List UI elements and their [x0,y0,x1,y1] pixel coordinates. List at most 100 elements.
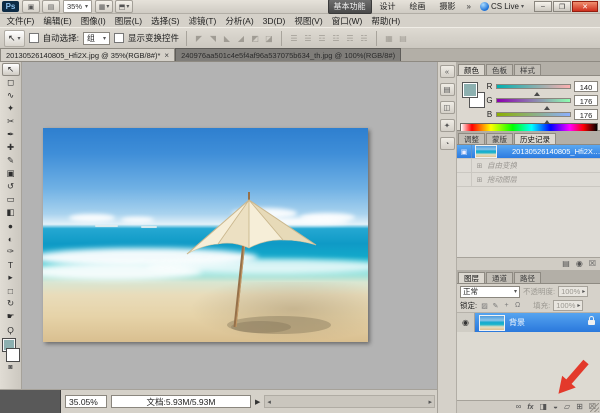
tool-preset-picker[interactable]: ↖ ▾ [4,29,25,47]
align-layers-icon[interactable]: ◩ [250,34,260,43]
appbar-arrange-documents-icon[interactable]: ▦ ▾ [95,0,114,13]
distribute-layers-icon[interactable]: ☱ [303,34,313,43]
history-delete-state-icon[interactable]: ☒ [589,260,596,268]
layers-link-layers-icon[interactable]: ∞ [516,403,522,411]
horizontal-scrollbar[interactable]: ◂ ▸ [264,395,435,408]
document-tab[interactable]: 240976aa501c4e5f4af96a537075b634_th.jpg … [175,48,402,61]
layer-row[interactable]: ◉ 背景 [457,313,600,332]
auto-select-target-dropdown[interactable]: 组 ▾ [82,31,110,45]
close-icon[interactable]: × [164,51,169,60]
tool-move[interactable]: ↖ [1,63,20,76]
workspace-basic[interactable]: 基本功能 [327,0,372,14]
panel-tab[interactable]: 样式 [514,64,541,75]
menu-select[interactable]: 选择(S) [147,15,184,27]
layers-new-adjustment-layer-icon[interactable]: ◒ [553,403,558,411]
tool-hand[interactable]: ☛ [2,310,20,323]
fill-value-field[interactable]: 100% ▸ [553,300,584,311]
align-layers-icon[interactable]: ◤ [194,34,204,43]
appbar-launch-bridge-icon[interactable]: ▣ [22,0,40,13]
tool-lasso[interactable]: ∿ [2,89,20,102]
tool-path-selection[interactable]: ▸ [2,271,20,284]
scroll-right-icon[interactable]: ▸ [426,398,434,406]
panel-tab[interactable]: 调整 [458,133,485,144]
tool-eraser[interactable]: ▭ [2,193,20,206]
panel-tab[interactable]: 颜色 [458,64,485,75]
zoom-level-box[interactable]: 35% ▾ [63,0,93,13]
tool-history-brush[interactable]: ↺ [2,180,20,193]
layers-add-layer-mask-icon[interactable]: ◨ [540,403,548,411]
menu-edit[interactable]: 编辑(E) [39,15,76,27]
panel-tab[interactable]: 路径 [514,272,541,283]
resize-grip[interactable] [590,403,599,412]
layers-layer-style-icon[interactable]: fx [527,404,533,411]
tool-eyedropper[interactable]: ✒ [2,128,20,141]
history-state-row[interactable]: ▣ 20130526140805_Hfi2X.jpg [457,145,600,159]
panel-tab[interactable]: 蒙版 [486,133,513,144]
tool-crop[interactable]: ✂ [2,115,20,128]
workspace-painting[interactable]: 绘画 [404,0,432,14]
close-button[interactable]: ✕ [572,1,598,12]
menu-3d[interactable]: 3D(D) [258,16,290,26]
minimize-button[interactable]: – [534,1,552,12]
dock-collapsed-panel-icon-1[interactable]: ▤ [439,83,455,96]
align-layers-icon[interactable]: ◥ [208,34,218,43]
distribute-layers-icon[interactable]: ☵ [359,34,369,43]
workspace-design[interactable]: 设计 [374,0,402,14]
layers-new-group-icon[interactable]: ▱ [564,403,570,411]
tool-blur[interactable]: ● [2,219,20,232]
tool-clone-stamp[interactable]: ▣ [2,167,20,180]
history-state-row[interactable]: ⊞ 拖动图层 [457,173,600,187]
tool-dodge[interactable]: ◐ [2,232,20,245]
workspace-overflow-button[interactable]: » [464,2,474,11]
restore-button[interactable]: ❐ [553,1,571,12]
show-transform-checkbox[interactable] [113,33,124,43]
workspace-photography[interactable]: 摄影 [434,0,462,14]
panel-tab[interactable]: 色板 [486,64,513,75]
align-layers-icon[interactable]: ◣ [222,34,232,43]
tool-rectangle-shape[interactable]: □ [2,284,20,297]
lock-option-icon[interactable]: ✎ [491,302,500,310]
status-expand-icon[interactable]: ▶ [255,398,260,406]
tool-zoom[interactable]: Ϙ [2,323,20,336]
distribute-layers-icon[interactable]: ☳ [331,34,341,43]
history-new-document-from-state-icon[interactable]: ▤ [562,260,570,268]
blend-mode-dropdown[interactable]: 正常 ▾ [460,285,520,298]
tool-spot-healing-brush[interactable]: ✚ [2,141,20,154]
lock-option-icon[interactable]: Ω [513,302,522,310]
menu-filter[interactable]: 滤镜(T) [184,15,221,27]
opacity-value-field[interactable]: 100% ▸ [558,286,589,297]
dock-collapse-dock-icon[interactable]: « [439,65,455,78]
auto-select-checkbox[interactable] [28,33,39,43]
dock-collapsed-panel-icon-2[interactable]: ◫ [439,101,455,114]
history-source-gutter[interactable] [457,173,472,186]
appbar-screen-mode-icon[interactable]: ⬒ ▾ [115,0,134,13]
distribute-layers-icon[interactable]: ☲ [317,34,327,43]
panel-tab[interactable]: 历史记录 [514,133,556,144]
appbar-view-extras-icon[interactable]: ▤ [42,0,60,13]
channel-slider-track[interactable] [496,84,571,96]
lock-option-icon[interactable]: ▨ [480,302,489,310]
channel-slider-track[interactable] [496,98,571,110]
tool-3d-rotate[interactable]: ↻ [2,297,20,310]
lock-option-icon[interactable]: + [502,302,511,310]
menu-layer[interactable]: 图层(L) [110,15,146,27]
align-layers-icon[interactable]: ◢ [236,34,246,43]
channel-value-field[interactable]: 176 [574,95,598,106]
auto-align-icon[interactable]: ▦ [384,34,394,43]
beach-photo-document[interactable] [43,128,368,342]
panel-tab[interactable]: 通道 [486,272,513,283]
distribute-layers-icon[interactable]: ☰ [289,34,299,43]
menu-file[interactable]: 文件(F) [2,15,39,27]
channel-slider-track[interactable] [496,112,571,124]
align-layers-icon[interactable]: ◪ [264,34,274,43]
tool-rectangular-marquee[interactable]: ◻ [2,76,20,89]
canvas-area[interactable] [22,62,437,389]
menu-view[interactable]: 视图(V) [290,15,327,27]
auto-align-icon[interactable]: ▤ [398,34,408,43]
menu-window[interactable]: 窗口(W) [327,15,367,27]
zoom-percentage-field[interactable]: 35.05% [65,395,107,408]
menu-help[interactable]: 帮助(H) [367,15,405,27]
tool-type[interactable]: T [2,258,20,271]
history-source-gutter[interactable] [457,159,472,172]
tool-quick-selection[interactable]: ✦ [2,102,20,115]
